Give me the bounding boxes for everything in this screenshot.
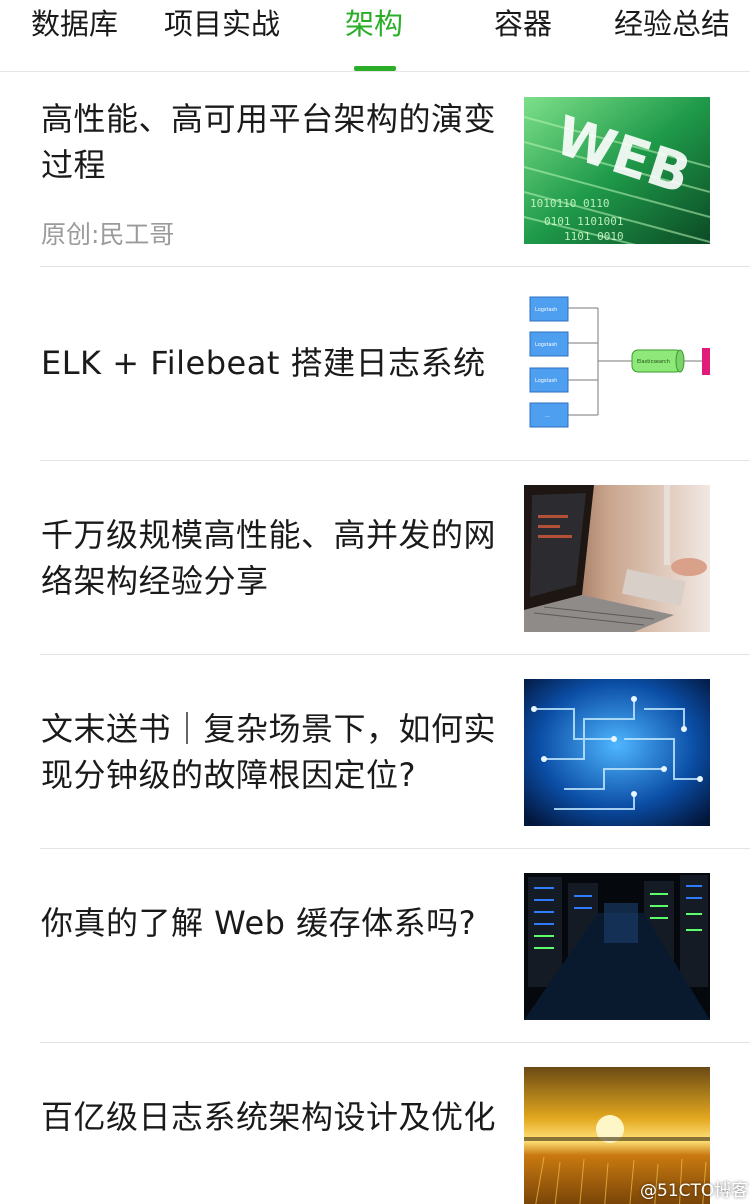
server-racks-image: [524, 873, 710, 1020]
svg-text:1101 0010: 1101 0010: [564, 230, 624, 243]
article-title: ELK + Filebeat 搭建日志系统: [41, 344, 486, 382]
tab-project-practice[interactable]: 项目实战: [164, 0, 280, 72]
article-item[interactable]: 百亿级日志系统架构设计及优化: [0, 1042, 750, 1204]
green-web-matrix-image: 1010110 0110 0101 1101001 1101 0010 WEB: [524, 97, 710, 244]
diagram-label: Logstash: [535, 307, 557, 313]
article-thumbnail: [524, 873, 710, 1020]
diagram-label: ...: [545, 413, 550, 419]
divider: [40, 460, 750, 461]
article-thumbnail: Logstash Logstash Logstash ... Elasticse…: [524, 291, 710, 438]
laptop-image: [524, 485, 710, 632]
diagram-label: Logstash: [535, 378, 557, 384]
article-item[interactable]: ELK + Filebeat 搭建日志系统 Logstash Logstash: [0, 266, 750, 460]
watermark: @51CTO博客: [640, 1181, 749, 1201]
svg-text:0101 1101001: 0101 1101001: [544, 215, 623, 228]
article-title: 你真的了解 Web 缓存体系吗?: [41, 904, 477, 942]
article-title: 文末送书｜复杂场景下，如何实现分钟级的故障根因定位?: [41, 710, 497, 794]
blue-circuit-image: [524, 679, 710, 826]
article-item[interactable]: 你真的了解 Web 缓存体系吗?: [0, 848, 750, 1042]
svg-text:1010110 0110: 1010110 0110: [530, 197, 609, 210]
divider: [40, 1042, 750, 1043]
article-thumbnail: [524, 679, 710, 826]
article-item[interactable]: 千万级规模高性能、高并发的网络架构经验分享: [0, 460, 750, 654]
article-thumbnail: 1010110 0110 0101 1101001 1101 0010 WEB: [524, 97, 710, 244]
active-tab-indicator: [354, 66, 396, 71]
divider: [40, 266, 750, 267]
category-tab-bar: 数据库 项目实战 架构 容器 经验总结: [0, 0, 750, 72]
article-title: 千万级规模高性能、高并发的网络架构经验分享: [41, 516, 497, 600]
article-item[interactable]: 文末送书｜复杂场景下，如何实现分钟级的故障根因定位?: [0, 654, 750, 848]
divider: [40, 848, 750, 849]
article-title: 百亿级日志系统架构设计及优化: [41, 1098, 497, 1136]
diagram-label: Logstash: [535, 342, 557, 348]
divider: [40, 654, 750, 655]
logging-diagram-image: Logstash Logstash Logstash ... Elasticse…: [524, 291, 710, 438]
article-item[interactable]: 高性能、高可用平台架构的演变过程 原创:民工哥 1010110 0110 010…: [0, 72, 750, 266]
tab-architecture[interactable]: 架构: [345, 0, 403, 72]
diagram-label: Elasticsearch: [637, 359, 670, 365]
article-source: 原创:民工哥: [41, 220, 175, 249]
article-thumbnail: [524, 485, 710, 632]
article-title: 高性能、高可用平台架构的演变过程: [41, 100, 497, 184]
tab-experience-summary[interactable]: 经验总结: [614, 0, 730, 72]
tab-container[interactable]: 容器: [494, 0, 552, 72]
tab-database[interactable]: 数据库: [31, 0, 118, 72]
